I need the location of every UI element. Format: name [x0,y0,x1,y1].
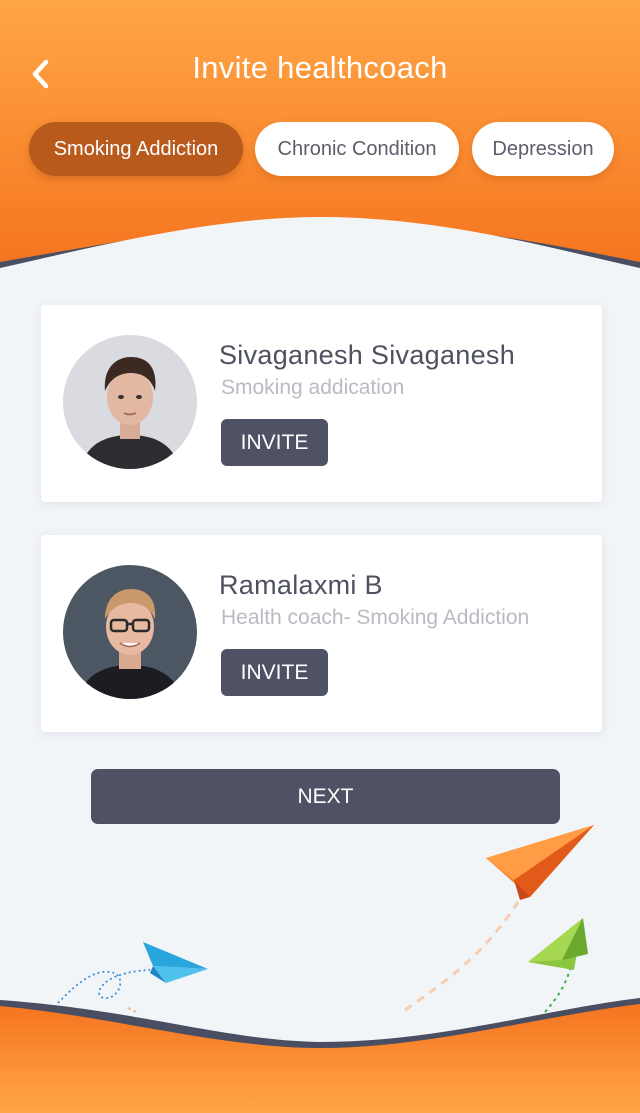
avatar [63,335,197,469]
next-button[interactable]: NEXT [91,769,560,824]
tab-label: Depression [492,137,594,160]
coach-role: Smoking addication [221,376,405,399]
coach-role: Health coach- Smoking Addiction [221,606,530,629]
page-title: Invite healthcoach [192,50,448,85]
tab-smoking-addiction[interactable]: Smoking Addiction [29,122,243,176]
tab-depression[interactable]: Depression [472,122,614,176]
header: Invite healthcoach Smoking Addiction Chr… [0,0,640,268]
tab-chronic-condition[interactable]: Chronic Condition [255,122,459,176]
blue-paper-plane-icon [143,942,208,983]
coach-name: Ramalaxmi B [219,570,383,600]
green-paper-plane-icon [528,918,588,970]
orange-paper-plane-icon [486,825,594,900]
footer-wave [0,998,640,1113]
coach-card: Ramalaxmi B Health coach- Smoking Addict… [41,535,602,732]
invite-button[interactable]: INVITE [221,419,328,466]
avatar [63,565,197,699]
coach-card: Sivaganesh Sivaganesh Smoking addication… [41,305,602,502]
coach-name: Sivaganesh Sivaganesh [219,340,516,370]
tab-label: Smoking Addiction [53,137,219,160]
tab-label: Chronic Condition [277,137,437,160]
invite-button[interactable]: INVITE [221,649,328,696]
